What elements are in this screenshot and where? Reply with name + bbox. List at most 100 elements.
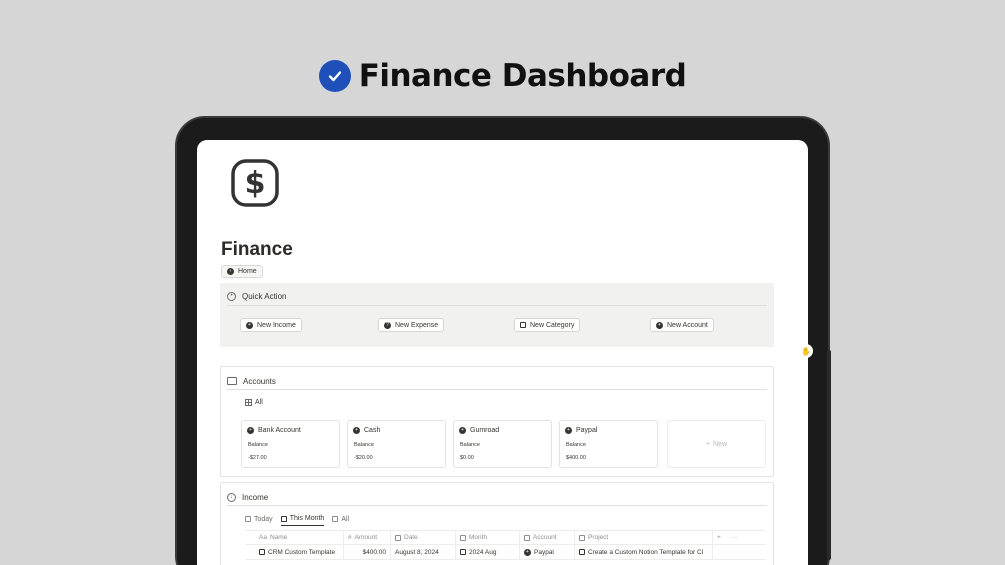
more-icon[interactable]: ··· bbox=[731, 534, 738, 541]
row-name-cell[interactable]: CRM Custom Template bbox=[245, 545, 344, 559]
divider bbox=[227, 305, 767, 306]
calendar-icon bbox=[460, 549, 466, 555]
row-account: Paypal bbox=[534, 548, 554, 556]
row-name: CRM Custom Template bbox=[268, 548, 336, 556]
row-amount-cell[interactable]: $400.00 bbox=[344, 545, 391, 559]
column-label: Account bbox=[533, 534, 557, 541]
new-category-label: New Category bbox=[530, 321, 575, 329]
back-arrow-icon: ‹ bbox=[227, 268, 234, 275]
calendar-icon bbox=[460, 534, 466, 541]
row-date-cell[interactable]: August 8, 2024 bbox=[391, 545, 456, 559]
account-name: Gumroad bbox=[470, 427, 500, 434]
row-project-cell[interactable]: Create a Custom Notion Template for Cl bbox=[575, 545, 713, 559]
breadcrumb-home[interactable]: ‹ Home bbox=[221, 265, 263, 278]
hero-header: Finance Dashboard bbox=[0, 58, 1005, 94]
column-date[interactable]: Date bbox=[391, 531, 456, 544]
row-month-cell[interactable]: 2024 Aug bbox=[456, 545, 520, 559]
column-account[interactable]: Account bbox=[520, 531, 575, 544]
hero-title: Finance Dashboard bbox=[358, 58, 687, 94]
row-account-cell[interactable]: + Paypal bbox=[520, 545, 575, 559]
account-card-gumroad[interactable]: + Gumroad Balance $0.00 bbox=[453, 420, 552, 468]
view-tab-all[interactable]: All bbox=[245, 399, 263, 406]
tablet-side-button bbox=[827, 350, 831, 560]
balance-value: $0.00 bbox=[460, 455, 474, 461]
column-label: Date bbox=[404, 534, 418, 541]
row-project: Create a Custom Notion Template for Cl bbox=[588, 548, 704, 556]
quick-action-title: Quick Action bbox=[242, 291, 287, 301]
balance-label: Balance bbox=[460, 442, 480, 448]
new-account-card[interactable]: + New bbox=[667, 420, 766, 468]
account-name: Paypal bbox=[576, 427, 598, 434]
income-table: Aa Name # Amount Date Month Account Projec… bbox=[245, 530, 765, 560]
account-icon: + bbox=[353, 427, 360, 434]
balance-value: -$20.00 bbox=[354, 455, 373, 461]
dollar-icon[interactable]: $ bbox=[230, 158, 280, 208]
table-icon bbox=[245, 516, 251, 522]
accounts-header[interactable]: Accounts bbox=[227, 375, 276, 387]
accounts-title: Accounts bbox=[243, 376, 276, 386]
income-view-tabs: Today This Month All bbox=[245, 515, 349, 526]
expense-icon: ? bbox=[384, 321, 391, 329]
account-card-paypal[interactable]: + Paypal Balance $400.00 bbox=[559, 420, 658, 468]
table-icon bbox=[332, 516, 339, 522]
svg-text:$: $ bbox=[245, 166, 266, 201]
add-column-icon[interactable]: + bbox=[717, 534, 721, 541]
new-income-label: New Income bbox=[257, 321, 296, 329]
notion-page: $ Finance ‹ Home • Quick Action + New In… bbox=[197, 140, 808, 565]
category-icon bbox=[520, 322, 526, 328]
balance-value: $400.00 bbox=[566, 455, 586, 461]
cursor-icon: ✋ bbox=[799, 344, 813, 358]
column-project[interactable]: Project bbox=[575, 531, 713, 544]
row-month: 2024 Aug bbox=[469, 548, 497, 556]
page-title: Finance bbox=[221, 239, 293, 260]
divider bbox=[227, 389, 767, 390]
column-label: Project bbox=[588, 534, 609, 541]
tab-label: All bbox=[341, 515, 350, 523]
account-name: Bank Account bbox=[258, 427, 301, 434]
table-row[interactable]: CRM Custom Template $400.00 August 8, 20… bbox=[245, 545, 765, 560]
account-card-bank[interactable]: + Bank Account Balance -$27.00 bbox=[241, 420, 340, 468]
breadcrumb-label: Home bbox=[238, 268, 257, 275]
tab-label: Today bbox=[254, 515, 273, 523]
new-account-label: New Account bbox=[667, 321, 708, 329]
calendar-icon bbox=[395, 534, 401, 541]
account-name: Cash bbox=[364, 427, 381, 434]
new-income-button[interactable]: + New Income bbox=[240, 318, 302, 332]
balance-label: Balance bbox=[566, 442, 586, 448]
divider bbox=[227, 505, 767, 506]
new-category-button[interactable]: New Category bbox=[514, 318, 581, 332]
balance-value: -$27.00 bbox=[248, 455, 267, 461]
income-section: ↓ Income Today This Month All Aa Name # Am… bbox=[220, 482, 774, 565]
new-account-button[interactable]: + New Account bbox=[650, 318, 714, 332]
account-card-cash[interactable]: + Cash Balance -$20.00 bbox=[347, 420, 446, 468]
balance-label: Balance bbox=[354, 442, 374, 448]
text-type-icon: Aa bbox=[259, 534, 267, 541]
column-name[interactable]: Aa Name bbox=[245, 531, 344, 544]
new-card-label: New bbox=[713, 440, 728, 448]
income-header[interactable]: ↓ Income bbox=[227, 491, 268, 503]
quick-action-section: • Quick Action + New Income ? New Expens… bbox=[220, 283, 774, 347]
row-date: August 8, 2024 bbox=[395, 548, 439, 556]
tab-all[interactable]: All bbox=[332, 515, 349, 526]
table-header-row: Aa Name # Amount Date Month Account Projec… bbox=[245, 530, 765, 545]
new-expense-button[interactable]: ? New Expense bbox=[378, 318, 445, 332]
account-icon: + bbox=[459, 427, 466, 434]
column-amount[interactable]: # Amount bbox=[344, 531, 391, 544]
row-tools-cell bbox=[713, 545, 765, 559]
new-expense-label: New Expense bbox=[395, 321, 439, 329]
calendar-icon bbox=[280, 515, 287, 522]
column-label: Name bbox=[269, 534, 288, 541]
tab-this-month[interactable]: This Month bbox=[280, 515, 325, 526]
income-title: Income bbox=[242, 492, 269, 502]
accounts-section: Accounts All + Bank Account Balance -$27.… bbox=[220, 366, 774, 477]
hash-icon: # bbox=[348, 534, 352, 541]
tab-today[interactable]: Today bbox=[245, 515, 273, 526]
account-icon: + bbox=[247, 427, 254, 434]
quick-action-header[interactable]: • Quick Action bbox=[227, 290, 286, 302]
view-tab-label: All bbox=[255, 399, 263, 406]
project-icon bbox=[579, 549, 585, 555]
account-icon: + bbox=[524, 548, 531, 556]
account-icon: + bbox=[565, 427, 572, 434]
wallet-icon bbox=[227, 377, 237, 385]
column-month[interactable]: Month bbox=[456, 531, 520, 544]
